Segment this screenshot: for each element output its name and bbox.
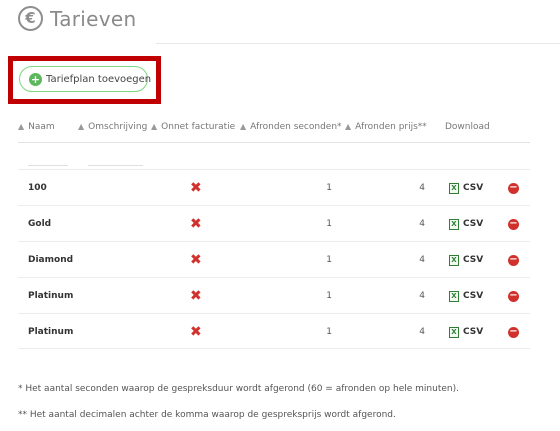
sort-asc-icon: ▲ <box>240 122 247 131</box>
column-header-name-label: Naam <box>28 122 55 132</box>
row-round-seconds: 1 <box>326 183 332 193</box>
minus-circle-icon: − <box>508 181 519 194</box>
csv-label: CSV <box>463 183 484 193</box>
sort-asc-icon: ▲ <box>78 122 85 131</box>
spreadsheet-icon: X <box>449 290 459 302</box>
description-filter-input[interactable] <box>88 152 143 166</box>
row-round-seconds: 1 <box>326 327 332 337</box>
column-header-billing[interactable]: ▲ Onnet facturatie <box>151 122 235 132</box>
csv-download-link[interactable]: X CSV <box>449 206 483 242</box>
add-tariff-plan-label: Tariefplan toevoegen <box>46 73 152 85</box>
cross-icon: ✖ <box>190 216 202 232</box>
column-header-round-seconds-label: Afronden seconden* <box>250 122 342 132</box>
row-round-seconds: 1 <box>326 255 332 265</box>
csv-label: CSV <box>463 255 484 265</box>
euro-icon: € <box>18 6 43 31</box>
row-round-price: 4 <box>419 219 425 229</box>
table-bottom-divider <box>18 348 530 349</box>
row-name: Platinum <box>28 291 74 301</box>
row-round-price: 4 <box>419 183 425 193</box>
csv-download-link[interactable]: X CSV <box>449 314 483 350</box>
spreadsheet-icon: X <box>449 182 459 194</box>
delete-button[interactable]: − <box>508 170 519 206</box>
column-header-billing-label: Onnet facturatie <box>161 122 236 132</box>
table-row: Diamond ✖ 1 4 X CSV − <box>18 241 530 277</box>
spreadsheet-icon: X <box>449 254 459 266</box>
table-row: 100 ✖ 1 4 X CSV − <box>18 169 530 205</box>
csv-download-link[interactable]: X CSV <box>449 278 483 314</box>
cross-icon: ✖ <box>190 324 202 340</box>
row-name: 100 <box>28 183 47 193</box>
footnote-seconds: * Het aantal seconden waarop de gespreks… <box>18 384 459 394</box>
sort-asc-icon: ▲ <box>151 122 158 131</box>
table-row: Platinum ✖ 1 4 X CSV − <box>18 313 530 349</box>
row-round-price: 4 <box>419 327 425 337</box>
table-row: Gold ✖ 1 4 X CSV − <box>18 205 530 241</box>
spreadsheet-icon: X <box>449 326 459 338</box>
sort-asc-icon: ▲ <box>18 122 25 131</box>
row-round-price: 4 <box>419 255 425 265</box>
column-header-round-seconds[interactable]: ▲ Afronden seconden* <box>240 122 342 132</box>
delete-button[interactable]: − <box>508 206 519 242</box>
column-header-name[interactable]: ▲ Naam <box>18 122 55 132</box>
row-name: Gold <box>28 219 52 229</box>
plus-circle-icon: + <box>29 72 42 86</box>
column-header-round-price-label: Afronden prijs** <box>355 122 427 132</box>
name-filter-input[interactable] <box>28 152 68 166</box>
row-name: Diamond <box>28 255 74 265</box>
cross-icon: ✖ <box>190 252 202 268</box>
column-header-download: Download <box>445 122 490 132</box>
add-tariff-plan-button[interactable]: + Tariefplan toevoegen <box>19 66 152 92</box>
header-divider <box>156 43 560 44</box>
csv-label: CSV <box>463 291 484 301</box>
page-title: Tarieven <box>50 6 137 31</box>
csv-label: CSV <box>463 219 484 229</box>
csv-download-link[interactable]: X CSV <box>449 242 483 278</box>
row-round-price: 4 <box>419 291 425 301</box>
table-header-divider <box>18 142 530 143</box>
row-round-seconds: 1 <box>326 219 332 229</box>
column-header-download-label: Download <box>445 122 490 132</box>
delete-button[interactable]: − <box>508 278 519 314</box>
minus-circle-icon: − <box>508 253 519 266</box>
row-round-seconds: 1 <box>326 291 332 301</box>
sort-asc-icon: ▲ <box>345 122 352 131</box>
minus-circle-icon: − <box>508 325 519 338</box>
delete-button[interactable]: − <box>508 314 519 350</box>
table-row: Platinum ✖ 1 4 X CSV − <box>18 277 530 313</box>
cross-icon: ✖ <box>190 288 202 304</box>
delete-button[interactable]: − <box>508 242 519 278</box>
minus-circle-icon: − <box>508 289 519 302</box>
row-name: Platinum <box>28 327 74 337</box>
csv-label: CSV <box>463 327 484 337</box>
spreadsheet-icon: X <box>449 218 459 230</box>
csv-download-link[interactable]: X CSV <box>449 170 483 206</box>
page-header: € Tarieven <box>18 6 136 31</box>
minus-circle-icon: − <box>508 217 519 230</box>
column-header-round-price[interactable]: ▲ Afronden prijs** <box>345 122 427 132</box>
cross-icon: ✖ <box>190 180 202 196</box>
footnote-price: ** Het aantal decimalen achter de komma … <box>18 410 396 420</box>
column-header-description[interactable]: ▲ Omschrijving <box>78 122 147 132</box>
column-header-description-label: Omschrijving <box>88 122 148 132</box>
